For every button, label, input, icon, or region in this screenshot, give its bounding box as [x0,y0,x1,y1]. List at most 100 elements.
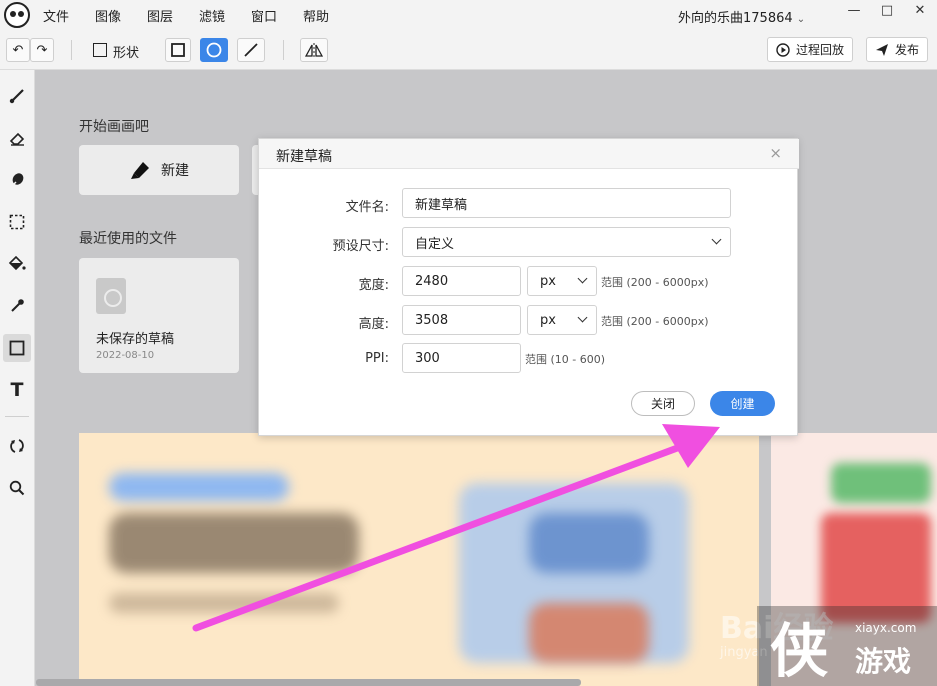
undo-button[interactable]: ↶ [6,38,30,62]
brush-tool[interactable] [3,82,31,110]
transform-icon [10,439,24,453]
height-unit-value: px [540,312,556,328]
replay-label: 过程回放 [796,43,845,57]
pen-draw-icon [131,162,149,179]
menu-help[interactable]: 帮助 [303,6,329,25]
recent-file-card[interactable]: 未保存的草稿 2022-08-10 [79,258,239,373]
width-unit-select[interactable]: px [527,266,597,296]
height-label: 高度: [358,317,389,332]
redo-button[interactable]: ↷ [30,38,54,62]
shape-label: 形状 [113,46,140,61]
site-watermark-text: 游戏 [855,645,912,678]
eyedropper-icon [11,299,24,312]
height-range-hint: 范围 (200 - 6000px) [601,315,709,328]
width-range-hint: 范围 (200 - 6000px) [601,276,709,289]
select-icon [9,214,25,230]
ellipse-icon [206,42,222,58]
ellipse-tool-button[interactable] [200,38,228,62]
blurred-promo-banner[interactable] [79,433,759,686]
width-input[interactable]: 2480 [402,266,521,296]
recent-files-title: 最近使用的文件 [79,231,177,247]
chevron-down-icon: ⌄ [796,14,806,25]
menu-image[interactable]: 图像 [95,6,121,25]
ppi-input[interactable]: 300 [402,343,521,373]
site-watermark-logo: 侠 [770,617,829,685]
preset-size-label: 预设尺寸: [332,239,389,254]
publish-label: 发布 [895,43,920,57]
select-tool[interactable] [3,208,31,236]
text-tool[interactable]: T [3,376,31,404]
create-button[interactable]: 创建 [710,391,775,416]
maximize-button[interactable]: □ [877,3,897,18]
username: 外向的乐曲175864 [678,11,793,26]
app-logo-icon [4,2,30,28]
start-drawing-title: 开始画画吧 [79,119,149,135]
width-value: 2480 [415,273,449,289]
recent-file-name: 未保存的草稿 [96,332,175,347]
site-watermark-url: xiayx.com [855,621,917,635]
text-icon: T [10,379,24,401]
smudge-tool[interactable] [3,166,31,194]
line-tool-button[interactable] [237,38,265,62]
ppi-label: PPI: [365,351,389,366]
menu-bar: 文件 图像 图层 滤镜 窗口 帮助 外向的乐曲175864 ⌄ — □ ✕ [0,0,937,31]
width-label: 宽度: [358,278,389,293]
user-account-menu[interactable]: 外向的乐曲175864 ⌄ [678,7,805,26]
chevron-down-icon [577,273,588,284]
eraser-icon [9,132,25,146]
new-canvas-card[interactable]: 新建 [79,145,239,195]
preset-size-select[interactable]: 自定义 [402,227,731,257]
redo-icon: ↷ [36,42,48,58]
divider [5,416,29,417]
divider [71,40,72,60]
chevron-down-icon [711,234,722,245]
height-input[interactable]: 3508 [402,305,521,335]
play-circle-icon [776,42,790,57]
height-unit-select[interactable]: px [527,305,597,335]
shape-checkbox[interactable] [93,43,107,57]
rectangle-icon [171,43,185,57]
horizontal-scrollbar[interactable] [36,679,581,686]
filename-input[interactable]: 新建草稿 [402,188,731,218]
zoom-tool[interactable] [3,474,31,502]
shape-icon [9,340,25,356]
chevron-down-icon [577,312,588,323]
menu-layer[interactable]: 图层 [147,6,173,25]
height-value: 3508 [415,312,449,328]
smudge-icon [10,173,24,188]
zoom-icon [9,480,25,496]
divider [283,40,284,60]
filename-label: 文件名: [345,200,389,215]
shape-tool[interactable] [3,334,31,362]
new-label: 新建 [161,163,189,179]
fill-tool[interactable] [3,250,31,278]
transform-tool[interactable] [3,432,31,460]
flip-button[interactable] [300,38,328,62]
width-unit-value: px [540,273,556,289]
rectangle-tool-button[interactable] [165,38,191,62]
replay-button[interactable]: 过程回放 [767,37,854,62]
filename-value: 新建草稿 [415,197,468,213]
undo-icon: ↶ [12,42,24,58]
dialog-close-button[interactable]: 关闭 [631,391,695,416]
close-icon[interactable]: × [769,144,782,162]
menu-filter[interactable]: 滤镜 [199,6,225,25]
ppi-range-hint: 范围 (10 - 600) [525,353,606,366]
preset-size-value: 自定义 [415,236,455,252]
eraser-tool[interactable] [3,124,31,152]
publish-button[interactable]: 发布 [866,37,929,62]
dialog-header: 新建草稿 × [259,139,799,169]
close-window-button[interactable]: ✕ [910,3,930,18]
ppi-value: 300 [415,350,440,366]
menu-file[interactable]: 文件 [43,6,69,25]
flip-icon [305,43,323,57]
new-draft-dialog: 新建草稿 × 文件名: 新建草稿 预设尺寸: 自定义 宽度: 2480 px 范… [258,138,799,436]
toolbar: ↶ ↷ 形状 过程回放 发布 [0,31,937,70]
menu-window[interactable]: 窗口 [251,6,277,25]
fill-icon [8,256,26,271]
minimize-button[interactable]: — [844,3,864,18]
draft-file-icon [96,278,126,314]
send-icon [876,43,888,56]
line-icon [244,43,258,57]
eyedropper-tool[interactable] [3,292,31,320]
